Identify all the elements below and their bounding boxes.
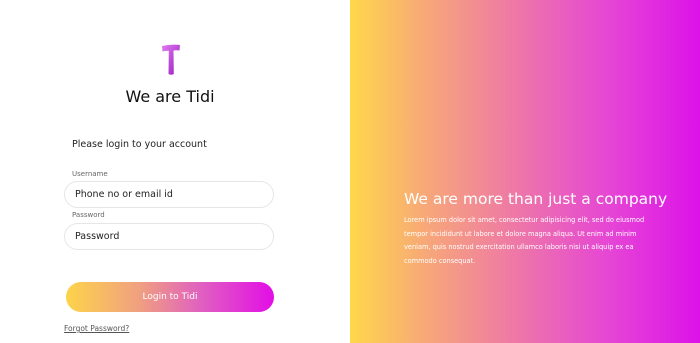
login-panel: We are Tidi Please login to your account… bbox=[0, 0, 350, 343]
login-page: We are Tidi Please login to your account… bbox=[0, 0, 700, 343]
brand-title: We are Tidi bbox=[125, 87, 215, 106]
hero-panel: We are more than just a company Lorem ip… bbox=[350, 0, 700, 343]
password-label: Password bbox=[72, 211, 105, 219]
username-label: Username bbox=[72, 170, 108, 178]
login-prompt: Please login to your account bbox=[72, 139, 207, 150]
hero-title: We are more than just a company bbox=[404, 190, 668, 208]
login-button[interactable]: Login to Tidi bbox=[66, 282, 274, 312]
password-input[interactable] bbox=[64, 223, 274, 250]
forgot-password-link[interactable]: Forgot Password? bbox=[64, 324, 129, 333]
username-input[interactable] bbox=[64, 181, 274, 208]
tidi-logo-icon bbox=[162, 44, 180, 75]
hero-body: Lorem ipsum dolor sit amet, consectetur … bbox=[404, 216, 645, 265]
